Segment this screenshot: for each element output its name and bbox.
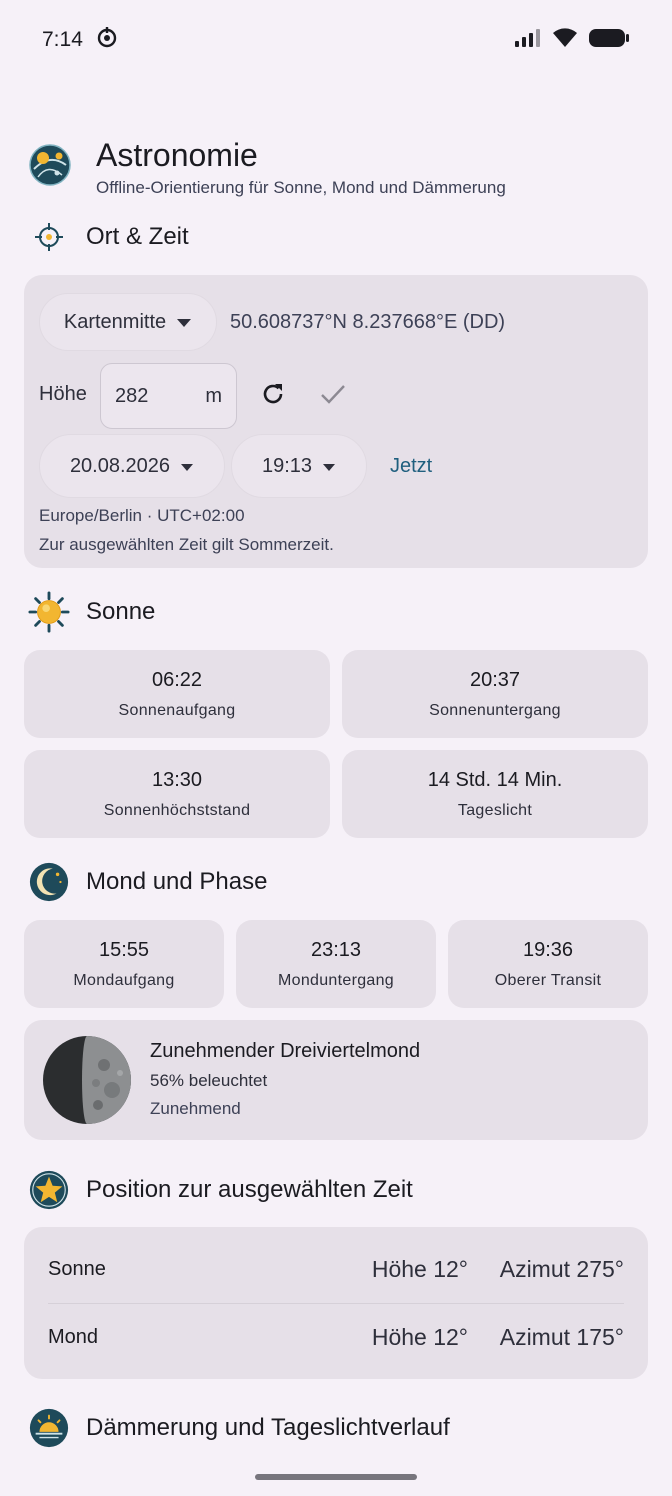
sun-icon — [28, 590, 70, 634]
tile-value: 14 Std. 14 Min. — [427, 768, 563, 791]
location-source-select[interactable]: Kartenmitte — [39, 293, 217, 351]
moon-phase-card: Zunehmender Dreiviertelmond 56% beleucht… — [24, 1020, 648, 1140]
moon-illumination: 56% beleuchtet — [150, 1071, 268, 1090]
section-title: Dämmerung und Tageslichtverlauf — [86, 1414, 450, 1441]
section-title: Position zur ausgewählten Zeit — [86, 1176, 413, 1203]
moon-phase-image — [42, 1035, 132, 1130]
position-row-sun: Sonne Höhe 12° Azimut 275° — [48, 1236, 624, 1302]
moon-phase-name: Zunehmender Dreiviertelmond — [150, 1040, 421, 1062]
app-header: Astronomie Offline-Orientierung für Sonn… — [28, 136, 506, 198]
position-card: Sonne Höhe 12° Azimut 275° Mond Höhe 12°… — [24, 1227, 648, 1379]
astronomy-logo-icon — [28, 143, 72, 192]
section-title: Sonne — [86, 598, 156, 625]
date-select[interactable]: 20.08.2026 — [39, 434, 225, 498]
section-position: Position zur ausgewählten Zeit — [28, 1168, 413, 1212]
time-value: 19:13 — [261, 454, 313, 477]
home-indicator[interactable] — [255, 1474, 417, 1480]
sun-tile-noon: 13:30 Sonnenhöchststand — [24, 750, 330, 838]
position-azimuth: Azimut 275° — [499, 1255, 624, 1282]
height-unit: m — [205, 384, 222, 407]
section-title: Mond und Phase — [86, 868, 268, 895]
moon-tile-moonrise: 15:55 Mondaufgang — [24, 920, 224, 1008]
tile-value: 06:22 — [151, 668, 203, 691]
status-right — [514, 27, 630, 54]
height-value: 282 — [115, 384, 149, 407]
moon-tile-transit: 19:36 Oberer Transit — [448, 920, 648, 1008]
location-time-card: Kartenmitte 50.608737°N 8.237668°E (DD) … — [24, 275, 648, 568]
height-input[interactable]: 282 m — [100, 363, 237, 429]
tile-label: Monduntergang — [278, 971, 394, 989]
tile-label: Tageslicht — [457, 801, 533, 819]
header-texts: Astronomie Offline-Orientierung für Sonn… — [96, 136, 506, 198]
now-button[interactable]: Jetzt — [390, 455, 432, 478]
position-name: Sonne — [48, 1257, 106, 1280]
position-row-moon: Mond Höhe 12° Azimut 175° — [48, 1304, 624, 1370]
sun-tile-sunset: 20:37 Sonnenuntergang — [342, 650, 648, 738]
status-time: 7:14 — [42, 28, 83, 51]
date-value: 20.08.2026 — [69, 454, 171, 477]
tile-label: Mondaufgang — [73, 971, 175, 989]
tile-value: 23:13 — [310, 938, 362, 961]
section-moon: Mond und Phase — [28, 860, 267, 904]
timezone-text: Europe/Berlin · UTC+02:00 — [39, 506, 245, 525]
moon-icon — [28, 860, 70, 904]
section-title: Ort & Zeit — [86, 223, 189, 250]
moon-phase-texts: Zunehmender Dreiviertelmond 56% beleucht… — [150, 1040, 420, 1119]
position-azimuth: Azimut 175° — [499, 1323, 624, 1350]
tile-label: Sonnenaufgang — [118, 701, 236, 719]
position-altitude: Höhe 12° — [371, 1323, 468, 1350]
moon-tile-moonset: 23:13 Monduntergang — [236, 920, 436, 1008]
wifi-icon — [552, 27, 578, 53]
star-icon — [28, 1168, 70, 1212]
tile-value: 13:30 — [151, 768, 203, 791]
height-label: Höhe — [39, 383, 87, 405]
crosshair-icon — [28, 222, 70, 252]
tile-label: Oberer Transit — [494, 971, 602, 989]
page-title: Astronomie — [96, 137, 258, 173]
tile-label: Sonnenhöchststand — [103, 801, 251, 819]
moon-trend: Zunehmend — [150, 1099, 241, 1118]
position-name: Mond — [48, 1325, 99, 1348]
chevron-down-icon — [176, 311, 192, 334]
refresh-icon — [260, 381, 286, 412]
tile-label: Sonnenuntergang — [429, 701, 561, 719]
page-subtitle: Offline-Orientierung für Sonne, Mond und… — [96, 178, 506, 197]
sunset-icon — [28, 1406, 70, 1450]
sun-tile-sunrise: 06:22 Sonnenaufgang — [24, 650, 330, 738]
chevron-down-icon — [180, 455, 194, 478]
section-sun: Sonne — [28, 590, 155, 634]
refresh-height-button[interactable] — [250, 373, 296, 419]
check-icon — [320, 383, 346, 410]
location-source-value: Kartenmitte — [63, 310, 167, 333]
dst-note-text: Zur ausgewählten Zeit gilt Sommerzeit. — [39, 535, 334, 554]
focus-mode-icon — [95, 25, 119, 55]
chevron-down-icon — [322, 455, 336, 478]
time-select[interactable]: 19:13 — [231, 434, 367, 498]
sun-tile-daylight: 14 Std. 14 Min. Tageslicht — [342, 750, 648, 838]
confirm-height-button[interactable] — [310, 373, 356, 419]
status-bar: 7:14 — [0, 0, 672, 80]
status-left: 7:14 — [42, 25, 119, 55]
battery-icon — [588, 27, 630, 54]
section-location-time: Ort & Zeit — [28, 222, 189, 252]
tile-value: 15:55 — [98, 938, 150, 961]
coordinates-text: 50.608737°N 8.237668°E (DD) — [230, 311, 506, 333]
signal-icon — [514, 28, 542, 53]
tile-value: 20:37 — [469, 668, 521, 691]
tile-value: 19:36 — [522, 938, 574, 961]
position-altitude: Höhe 12° — [371, 1255, 468, 1282]
section-twilight: Dämmerung und Tageslichtverlauf — [28, 1406, 450, 1450]
